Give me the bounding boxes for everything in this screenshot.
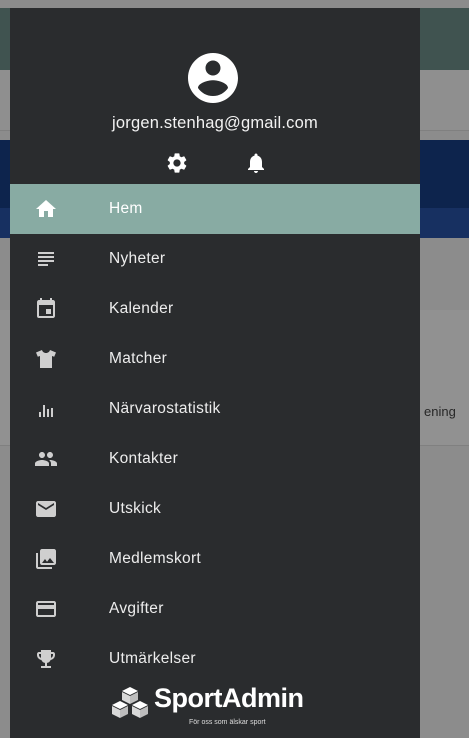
menu-item-label: Utskick (109, 500, 162, 517)
menu-item-label: Medlemskort (109, 550, 202, 567)
user-email: jorgen.stenhag@gmail.com (112, 114, 318, 132)
bar-chart-icon (39, 405, 53, 417)
sportadmin-logo: SportAdmin För oss som älskar sport (110, 683, 340, 733)
menu-item-avgifter[interactable]: Avgifter (10, 584, 420, 634)
calendar-icon (37, 298, 55, 318)
menu-item-utmarkelser[interactable]: Utmärkelser (10, 634, 420, 684)
menu-item-label: Hem (109, 200, 143, 217)
logo-wordmark: SportAdmin (154, 683, 304, 713)
menu-item-label: Kalender (109, 300, 174, 317)
shirt-icon (36, 350, 56, 368)
menu-item-label: Utmärkelser (109, 650, 196, 667)
menu-item-medlemskort[interactable]: Medlemskort (10, 534, 420, 584)
navigation-drawer: jorgen.stenhag@gmail.com Hem Nyheter Kal… (10, 8, 420, 738)
photo-card-icon (36, 549, 56, 569)
people-icon (35, 452, 57, 466)
account-circle-icon[interactable] (183, 48, 243, 108)
menu-item-nyheter[interactable]: Nyheter (10, 234, 420, 284)
notes-icon (38, 252, 54, 266)
mail-icon (36, 501, 56, 517)
menu-item-label: Kontakter (109, 450, 179, 467)
home-icon (36, 200, 56, 217)
bell-icon[interactable] (244, 151, 268, 175)
menu-item-matcher[interactable]: Matcher (10, 334, 420, 384)
menu-item-label: Nyheter (109, 250, 166, 267)
menu-item-narvarostatistik[interactable]: Närvarostatistik (10, 384, 420, 434)
drawer-menu: Hem Nyheter Kalender Matcher Närvarostat… (10, 184, 420, 684)
trophy-icon (37, 650, 55, 668)
menu-item-label: Matcher (109, 350, 168, 367)
menu-item-hem[interactable]: Hem (10, 184, 420, 234)
menu-item-label: Avgifter (109, 600, 164, 617)
credit-card-icon (36, 601, 56, 617)
menu-item-kalender[interactable]: Kalender (10, 284, 420, 334)
gear-icon[interactable] (165, 151, 189, 175)
drawer-header-actions (10, 151, 420, 175)
menu-item-kontakter[interactable]: Kontakter (10, 434, 420, 484)
menu-item-label: Närvarostatistik (109, 400, 221, 417)
logo-tagline: För oss som älskar sport (189, 719, 266, 726)
cubes-logo-icon (112, 687, 148, 718)
menu-item-utskick[interactable]: Utskick (10, 484, 420, 534)
